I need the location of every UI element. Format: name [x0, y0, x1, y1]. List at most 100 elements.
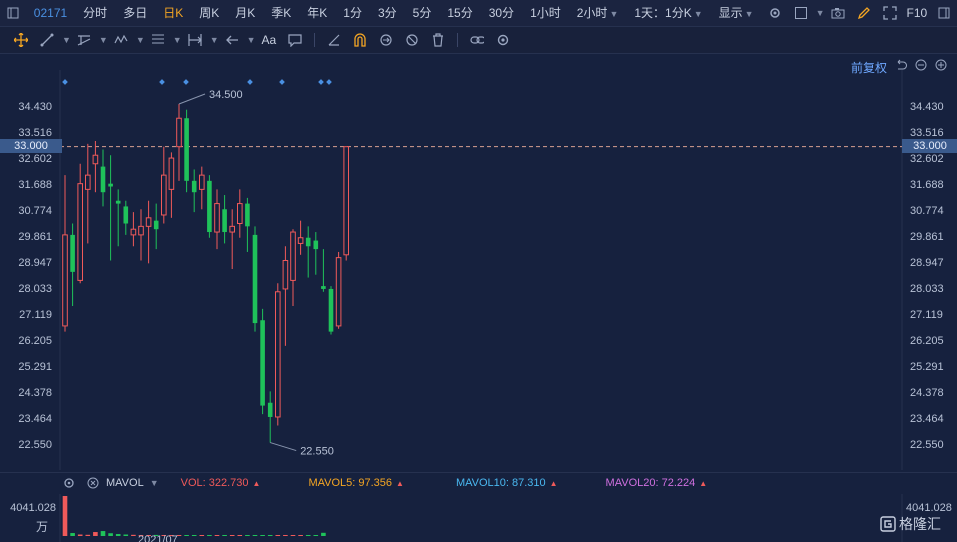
price-tick-right: 29.861: [910, 231, 944, 243]
wave-tool-icon[interactable]: [114, 33, 128, 47]
candle-body: [335, 257, 342, 327]
display-menu[interactable]: 显示 ▼: [711, 0, 762, 27]
tab-period-1hour[interactable]: 1小时: [522, 0, 569, 26]
text-tool-button[interactable]: Aa: [256, 27, 283, 53]
draw-settings-gear-icon[interactable]: [496, 33, 510, 47]
sync-icon[interactable]: [379, 33, 393, 47]
price-tick-left: 29.861: [18, 231, 52, 243]
up-triangle-icon: ▲: [396, 478, 404, 488]
tab-period-3min[interactable]: 3分: [370, 0, 405, 26]
trash-icon[interactable]: [431, 33, 445, 47]
camera-icon[interactable]: [831, 6, 845, 20]
tab-period-quarter[interactable]: 季K: [263, 0, 299, 26]
candle-body: [245, 203, 250, 227]
event-marker[interactable]: [62, 79, 68, 85]
volume-bar: [260, 535, 265, 536]
candle-body: [282, 259, 289, 290]
volume-bar: [290, 535, 296, 536]
volume-bar: [313, 535, 319, 536]
price-tick-left: 31.688: [18, 179, 52, 191]
event-marker[interactable]: [279, 79, 285, 85]
event-marker[interactable]: [183, 79, 189, 85]
chevron-down-icon[interactable]: ▼: [816, 8, 825, 18]
candlestick-chart[interactable]: 34.430 33.516 32.602 31.688 30.774 29.861 28.9…: [0, 70, 957, 470]
tab-period-1min[interactable]: 1分: [335, 0, 370, 26]
link-icon[interactable]: [470, 33, 485, 47]
tab-period-month[interactable]: 月K: [227, 0, 263, 26]
price-tick-right: 28.947: [910, 257, 944, 269]
hide-drawings-icon[interactable]: [405, 33, 419, 47]
chevron-down-icon[interactable]: ▼: [150, 478, 159, 488]
price-tick-right: 27.119: [910, 309, 943, 321]
event-marker[interactable]: [159, 79, 165, 85]
indicator-name[interactable]: MAVOL: [106, 477, 144, 489]
tab-period-2hour-label: 2小时: [576, 5, 608, 20]
tab-period-15min[interactable]: 15分: [439, 0, 480, 26]
volume-bars: [62, 496, 326, 536]
up-triangle-icon: ▲: [252, 478, 261, 488]
toolbar-divider: [314, 33, 316, 47]
pencil-icon[interactable]: [857, 6, 871, 20]
sidebar-toggle-icon[interactable]: [6, 6, 20, 20]
close-indicator-icon[interactable]: [86, 476, 100, 490]
tab-period-day[interactable]: 日K: [155, 0, 191, 26]
candle-body: [138, 225, 144, 236]
angle-line-icon[interactable]: [327, 33, 341, 47]
tab-period-multiday[interactable]: 多日: [115, 0, 155, 26]
chevron-down-icon[interactable]: ▼: [62, 35, 71, 45]
candle-body: [343, 146, 349, 256]
volume-bar: [214, 535, 220, 536]
chevron-down-icon[interactable]: ▼: [173, 35, 182, 45]
trend-line-icon[interactable]: [40, 33, 54, 47]
tab-period-5min[interactable]: 5分: [405, 0, 440, 26]
comment-icon[interactable]: [288, 33, 302, 47]
right-price-axis: 34.430 33.516 32.602 31.688 30.774 29.861 28.9…: [910, 101, 944, 451]
drawing-toolbar: ▼ ▼ ▼ ▼ ▼ ▼ Aa: [0, 27, 957, 54]
magnet-icon[interactable]: [353, 33, 367, 47]
tab-period-year[interactable]: 年K: [299, 0, 335, 26]
panel-toggle-icon[interactable]: [937, 6, 951, 20]
stock-code: 02171: [33, 6, 68, 20]
checkbox-icon[interactable]: [794, 6, 808, 20]
event-marker[interactable]: [318, 79, 324, 85]
channel-tool-icon[interactable]: [77, 33, 91, 47]
measure-range-icon[interactable]: [188, 33, 202, 47]
chevron-down-icon[interactable]: ▼: [136, 35, 145, 45]
price-tick-right: 28.033: [910, 283, 944, 295]
event-marker[interactable]: [326, 79, 332, 85]
tab-period-2hour[interactable]: 2小时 ▼: [569, 0, 627, 27]
tab-period-30min[interactable]: 30分: [481, 0, 522, 26]
tab-period-timeshare[interactable]: 分时: [75, 0, 115, 26]
high-price-label: 34.500: [209, 89, 243, 101]
price-tick-right: 32.602: [910, 153, 944, 165]
interval-select[interactable]: 1天：1分K ▼: [626, 0, 710, 27]
volume-bar: [131, 534, 136, 536]
move-crosshair-icon[interactable]: [14, 33, 28, 47]
candle-body: [214, 203, 220, 233]
volume-bar: [77, 534, 83, 536]
f10-button[interactable]: F10: [903, 0, 932, 26]
volume-bar: [115, 534, 121, 536]
candle-body: [229, 225, 235, 233]
candle-body: [321, 286, 326, 289]
indicator-settings-gear-icon[interactable]: [62, 476, 76, 490]
chevron-down-icon[interactable]: ▼: [247, 35, 256, 45]
chevron-down-icon[interactable]: ▼: [210, 35, 219, 45]
arrow-left-icon[interactable]: [225, 33, 239, 47]
interval-select-label: 1天：1分K: [634, 5, 692, 20]
candle-body: [123, 206, 129, 224]
chevron-down-icon[interactable]: ▼: [99, 35, 108, 45]
price-tick-left: 28.033: [18, 283, 52, 295]
candle-body: [313, 240, 319, 250]
candle-body: [207, 180, 212, 233]
price-tick-right: 25.291: [910, 361, 944, 373]
event-marker[interactable]: [247, 79, 253, 85]
volume-bar: [191, 535, 197, 536]
price-tick-left: 30.774: [18, 205, 52, 217]
volume-bar: [321, 532, 326, 536]
settings-gear-icon[interactable]: [768, 6, 782, 20]
fullscreen-icon[interactable]: [882, 6, 897, 20]
fibonacci-tool-icon[interactable]: [151, 33, 165, 47]
tab-period-week[interactable]: 周K: [191, 0, 227, 26]
price-tick-left: 33.516: [18, 127, 52, 139]
